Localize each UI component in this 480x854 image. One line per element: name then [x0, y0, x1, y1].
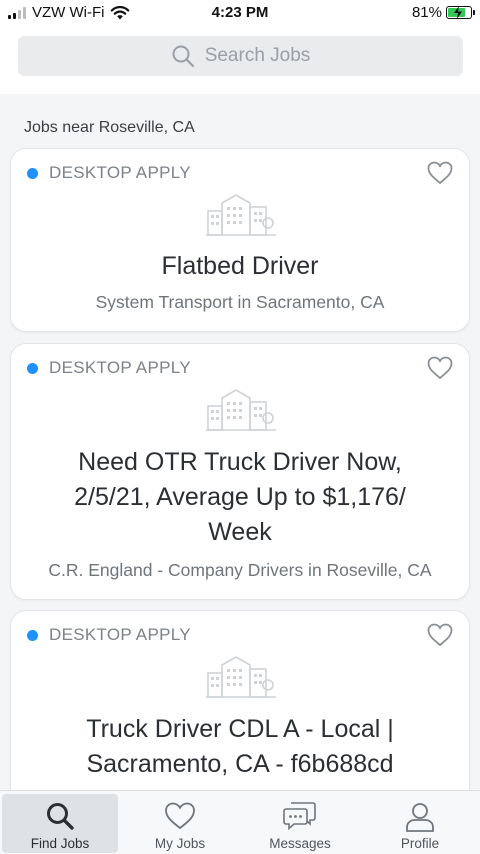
job-card[interactable]: DESKTOP APPLY Need OTR Truck Driver Now,…: [10, 343, 470, 600]
tab-label: Profile: [400, 836, 440, 851]
company-building-icon: [206, 389, 276, 431]
tab-label: Messages: [269, 836, 331, 851]
apply-label: DESKTOP APPLY: [49, 625, 191, 644]
job-title-line: Week: [208, 518, 272, 546]
job-title-line: Truck Driver CDL A - Local |: [86, 715, 394, 743]
search-header: Search Jobs: [0, 30, 480, 94]
tab-label: Find Jobs: [30, 836, 90, 851]
heart-icon[interactable]: [427, 161, 453, 185]
search-placeholder: Search Jobs: [204, 45, 311, 66]
heart-icon[interactable]: [427, 623, 453, 647]
search-input[interactable]: Search Jobs: [18, 36, 463, 76]
section-label: Jobs near Roseville, CA: [24, 119, 195, 136]
battery-percent: 81%: [411, 4, 442, 21]
job-title: Flatbed Driver: [31, 249, 449, 284]
job-company-location: C.R. England - Company Drivers in Rosevi…: [48, 560, 432, 580]
status-bar: VZW Wi-Fi 4:23 PM 81%: [0, 0, 480, 30]
tab-messages[interactable]: Messages: [242, 794, 358, 853]
status-dot-icon: [27, 362, 38, 374]
battery-icon: [446, 6, 475, 19]
job-title-line: Sacramento, CA - f6b688cd: [86, 750, 394, 778]
job-card[interactable]: DESKTOP APPLY Flatbed Driver System Tran…: [10, 148, 470, 332]
company-building-icon: [206, 194, 276, 236]
job-title-line: Need OTR Truck Driver Now,: [78, 448, 402, 476]
job-title-line: Flatbed Driver: [161, 252, 319, 280]
messages-icon: [283, 802, 316, 831]
search-icon: [47, 803, 74, 830]
battery-info: 81%: [411, 4, 475, 21]
search-icon: [172, 45, 194, 68]
status-dot-icon: [27, 167, 38, 179]
person-icon: [406, 803, 434, 832]
tab-bar: Find Jobs My Jobs Messages Profile: [0, 790, 480, 854]
heart-icon[interactable]: [427, 356, 453, 380]
heart-icon: [165, 802, 195, 830]
company-building-icon: [206, 656, 276, 698]
apply-tag: DESKTOP APPLY: [27, 358, 191, 378]
clock: 4:23 PM: [211, 4, 269, 21]
status-dot-icon: [27, 629, 38, 641]
tab-my-jobs[interactable]: My Jobs: [122, 794, 238, 853]
tab-find-jobs[interactable]: Find Jobs: [2, 794, 118, 853]
job-title-line: 2/5/21, Average Up to $1,176/: [74, 483, 406, 511]
apply-tag: DESKTOP APPLY: [27, 625, 191, 645]
job-title: Need OTR Truck Driver Now, 2/5/21, Avera…: [31, 445, 449, 550]
job-title: Truck Driver CDL A - Local | Sacramento,…: [31, 712, 449, 782]
apply-tag: DESKTOP APPLY: [27, 163, 191, 183]
job-card[interactable]: DESKTOP APPLY Truck Driver CDL A - Local…: [10, 610, 470, 810]
tab-profile[interactable]: Profile: [362, 794, 478, 853]
tab-label: My Jobs: [154, 836, 206, 851]
apply-label: DESKTOP APPLY: [49, 163, 191, 182]
job-company-location: System Transport in Sacramento, CA: [95, 292, 385, 312]
apply-label: DESKTOP APPLY: [49, 358, 191, 377]
